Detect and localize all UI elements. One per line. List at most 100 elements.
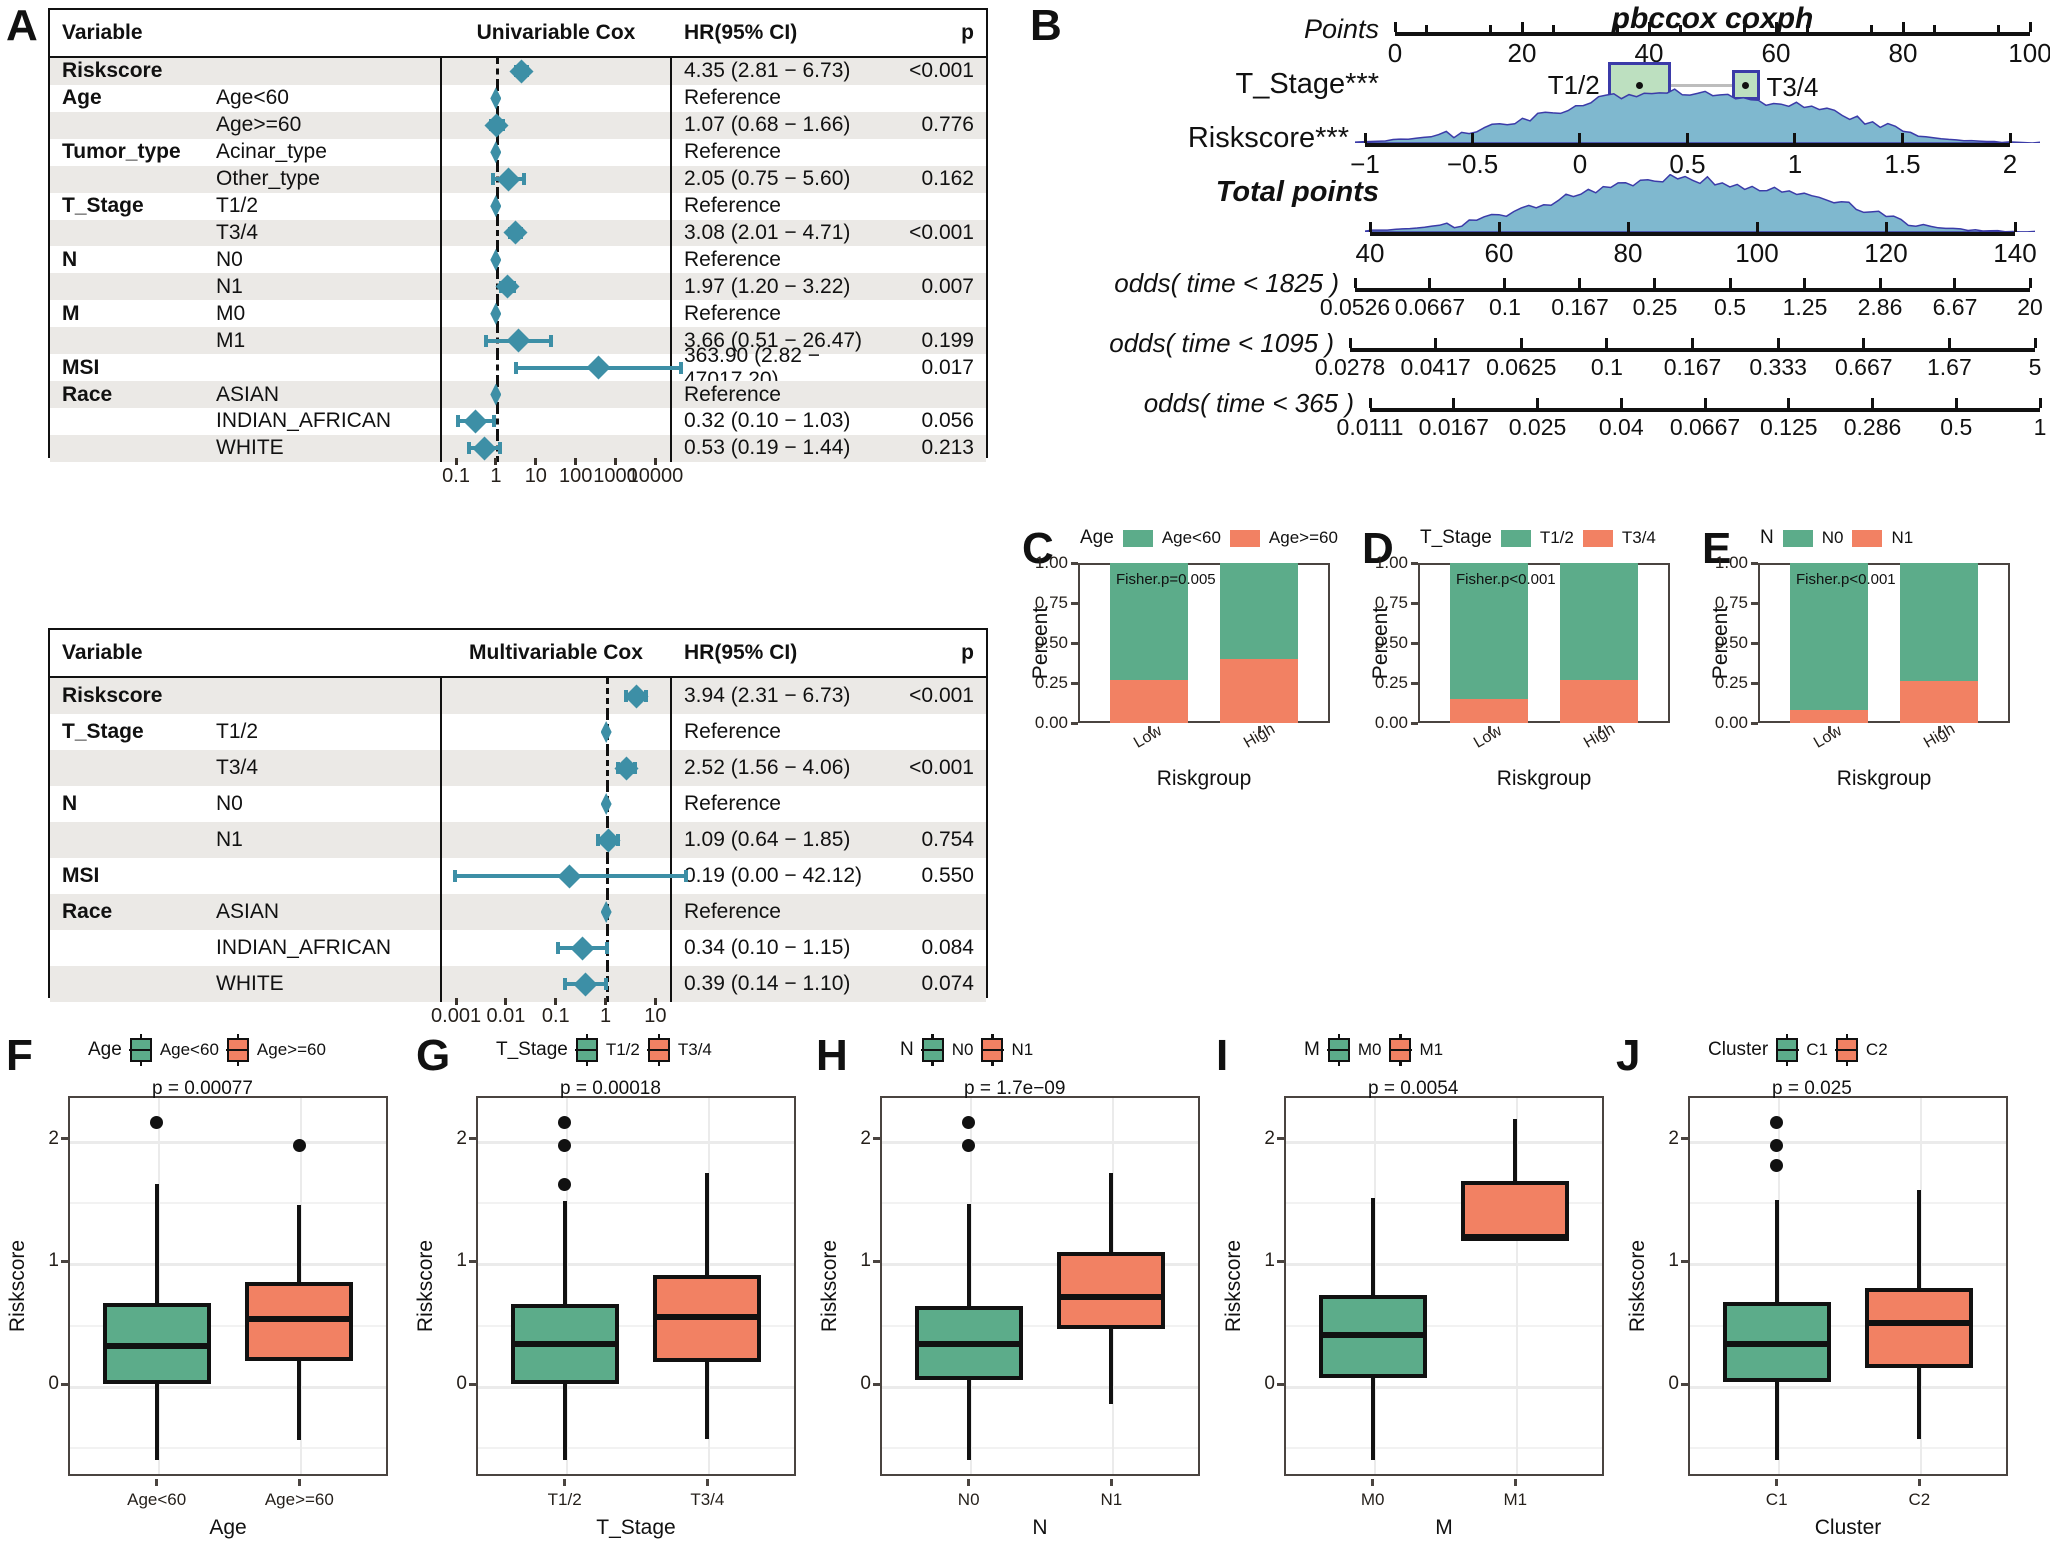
row-variable [50,966,210,1002]
variable-name: Race [62,900,113,923]
p-value-annotation: p = 0.025 [1772,1078,1852,1099]
bar-segment [1110,679,1188,723]
level-name: INDIAN_AFRICAN [216,936,392,959]
legend-whisker-bottom [585,1060,589,1066]
nomogram-tick-label: 20 [2017,294,2043,320]
p-value-annotation: p = 0.0054 [1368,1078,1459,1099]
row-variable: MSI [50,354,210,381]
row-hr-ci: Reference [684,301,781,325]
y-tick-label: 0 [1668,1373,1679,1395]
median-line [1318,1332,1427,1339]
row-level: WHITE [210,966,442,1002]
level-name: Age<60 [216,86,289,110]
row-forest-cell [442,930,672,966]
boxplot-age: Age Age<60 Age>=60 0 1 2 Age<60 Age>=60 p = 0.00… [0,1030,410,1561]
y-tick-label: 0.00 [1714,713,1748,732]
legend-title: M [1304,1039,1320,1060]
legend-title: Age [88,1039,122,1060]
legend-box-icon [980,1034,1004,1066]
multivariable-axis: 0.001 0.01 0.1 1 10 [431,998,670,1028]
row-hr-ci: 0.39 (0.14 − 1.10) [684,972,851,995]
y-tick [469,1382,476,1386]
nomogram-tick-label: 0.333 [1749,354,1807,380]
legend-title: T_Stage [1420,527,1492,548]
y-tick-label: 1 [860,1250,871,1272]
axis-tick [534,458,538,465]
p-value-annotation: p = 0.00018 [560,1078,661,1099]
outlier-point [1770,1138,1784,1152]
nomogram-tick [1878,278,1882,288]
nomogram-row-label: Points [1303,14,1379,44]
hr-reference-point [490,87,502,110]
row-level: INDIAN_AFRICAN [210,407,442,435]
row-variable: Race [50,894,210,930]
row-forest-cell [442,138,672,166]
legend-box-icon [1835,1034,1859,1066]
nomogram-tick [1703,398,1707,408]
nomogram-tick [1605,338,1609,348]
row-variable: Age [50,85,210,112]
row-hr-ci: Reference [684,86,781,110]
variable-name: N [62,792,78,815]
median-line [1057,1294,1166,1301]
x-tick [563,1478,567,1486]
ci-cap-high [679,361,684,374]
header-variable: Variable [62,641,143,664]
stacked-bar-n: N N0 N1 0.00 0.25 0.50 0.75 1.00 Low High Fisher.p… [1700,525,2040,790]
nomogram-tick [1901,133,1904,143]
forest-header: Variable Multivariable Cox HR(95% CI) p [50,630,986,678]
hr-reference-point [600,721,612,743]
axis-tick [614,458,618,465]
boxplot-m: M M0 M1 0 1 2 M0 M1 p = 0.0054 M Riskscore [1216,1030,1626,1561]
ci-cap-high [498,442,503,455]
reference-line [495,354,499,382]
row-variable: N [50,246,210,273]
row-hr-ci: 363.90 (2.82 − 47017.20) [684,343,821,391]
univariable-axis: 0.1 1 10 100 1000 10000 [442,458,683,488]
row-level: ASIAN [210,894,442,930]
y-tick-label: 1 [48,1250,59,1272]
row-level: INDIAN_AFRICAN [210,930,442,966]
y-tick [1277,1137,1284,1141]
nomogram-tick-label: 0.25 [1632,294,1678,320]
nomogram-tick-label: 0.0167 [1418,414,1489,440]
gridline-major [1286,1140,1602,1144]
row-hr-ci: 3.08 (2.01 − 4.71) [684,220,851,244]
median-line [653,1313,762,1320]
gridline-major [1690,1140,2006,1144]
row-pvalue [896,193,986,220]
nomogram-tick [1578,133,1582,143]
legend-label: C2 [1865,1040,1888,1059]
box-iqr [1057,1251,1166,1329]
nomogram-tick-label: 0.5 [1940,414,1973,440]
row-level: T3/4 [210,219,442,247]
legend-whisker-bottom [657,1060,661,1066]
nomogram-tick-label: 0.1 [1590,354,1623,380]
y-tick [1751,721,1758,725]
whisker-upper [154,1184,159,1304]
legend-whisker-top [236,1034,240,1040]
y-tick [61,1137,68,1141]
x-tick-label: C1 [1765,1490,1788,1509]
legend: T_Stage T1/2 T3/4 [1420,527,1656,549]
nomogram-tick [1774,22,1778,32]
legend-box-icon [1775,1034,1799,1066]
whisker-lower [1109,1328,1114,1404]
gridline-minor [478,1202,794,1205]
forest-header: Variable Univariable Cox HR(95% CI) p [50,10,986,58]
row-pvalue [896,714,986,750]
row-level [210,354,442,382]
nomogram-tick [1947,338,1951,348]
table-row: Age Age<60 Reference [50,84,986,112]
x-tick-label: N1 [1100,1490,1123,1509]
legend-box-icon [226,1034,250,1066]
whisker-lower [154,1384,159,1461]
fisher-annotation: Fisher.p=0.005 [1116,571,1216,588]
whisker-upper [1774,1200,1779,1302]
row-forest-cell [442,84,672,112]
nomogram-tick [2013,222,2017,232]
row-hr-ci: 4.35 (2.81 − 6.73) [684,59,851,83]
nomogram-minor-tick [1552,25,1556,32]
row-variable: MSI [50,858,210,894]
whisker-upper [966,1203,971,1306]
